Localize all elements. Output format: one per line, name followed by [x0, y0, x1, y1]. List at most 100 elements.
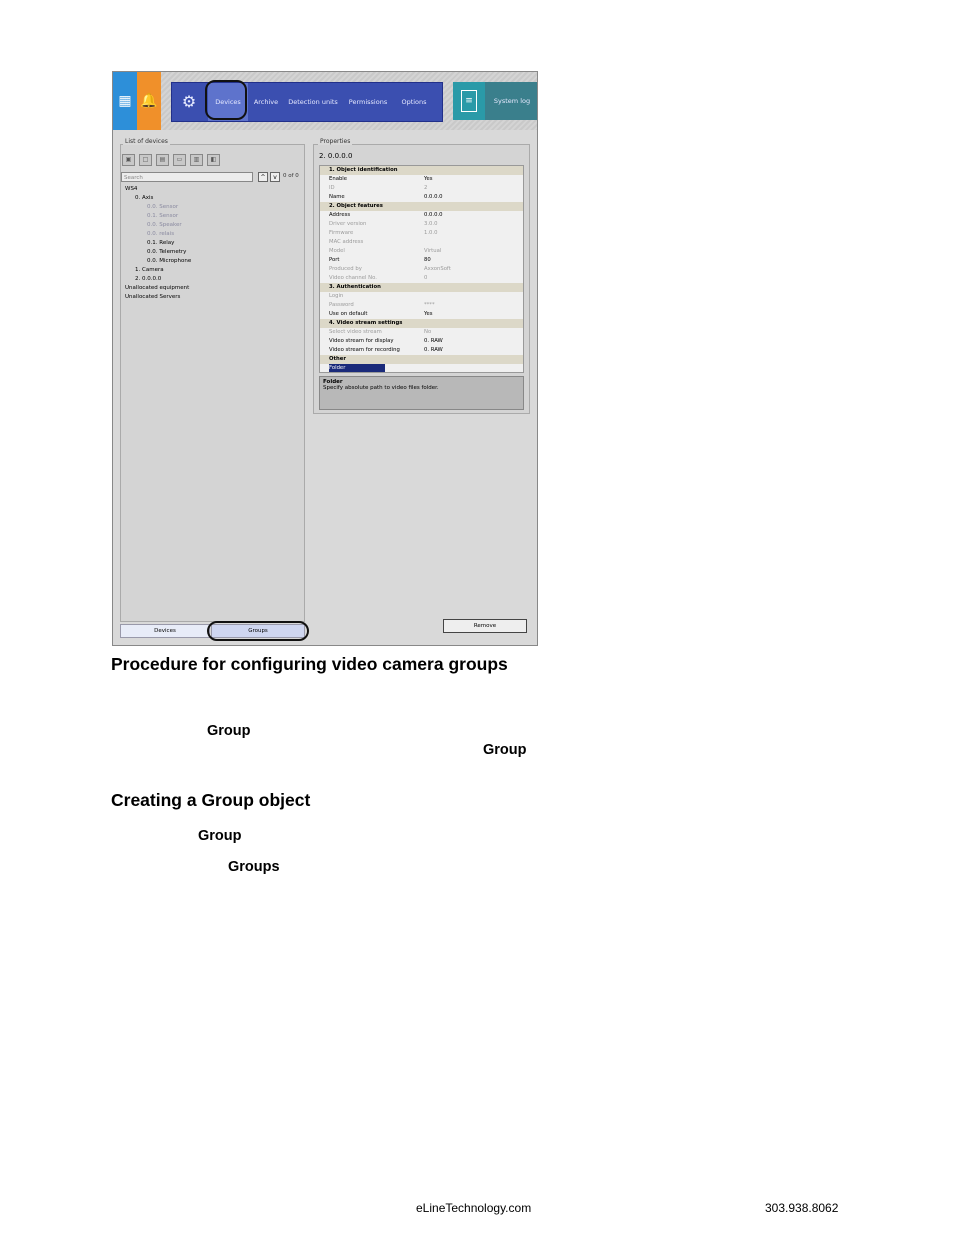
tab-permissions[interactable]: Permissions — [344, 83, 392, 121]
property-key: Name — [329, 194, 345, 200]
property-row[interactable]: Model Virtual — [320, 247, 523, 256]
term-group: Group — [198, 828, 242, 844]
property-value: AxxonSoft — [424, 266, 451, 272]
tree-node[interactable]: 0.0. Speaker — [147, 222, 182, 228]
property-key: Firmware — [329, 230, 354, 236]
tab-system-log[interactable]: System log — [485, 82, 537, 120]
device-icon[interactable]: ▭ — [173, 154, 186, 166]
software-screenshot: ▦ 🔔 ⚙ Devices Archive Detection units Pe… — [112, 71, 538, 646]
property-category[interactable]: 2. Object features — [320, 202, 523, 211]
property-category[interactable]: 1. Object identification — [320, 166, 523, 175]
property-key: Video stream for display — [329, 338, 394, 344]
remove-button[interactable]: Remove — [443, 619, 527, 633]
property-grid: 1. Object identification Enable Yes ID 2 Name… — [319, 165, 524, 373]
property-value: 3.0.0 — [424, 221, 438, 227]
property-key: ID — [329, 185, 335, 191]
property-value: 0 — [424, 275, 428, 281]
tree-node[interactable]: 0. Axis — [135, 195, 153, 201]
tree-node[interactable]: 1. Camera — [135, 267, 164, 273]
search-input[interactable]: Search — [121, 172, 253, 182]
system-log-nav: ≡ System log — [453, 82, 537, 120]
devices-panel-title: List of devices — [123, 138, 170, 145]
tree-node[interactable]: 0.0. relais — [147, 231, 174, 237]
property-category[interactable]: 3. Authentication — [320, 283, 523, 292]
description-text: Specify absolute path to video files fol… — [323, 385, 439, 391]
alarm-bell-icon[interactable]: 🔔 — [137, 72, 161, 130]
highlight-circle — [205, 80, 247, 120]
property-row[interactable]: ID 2 — [320, 184, 523, 193]
chevron-down-icon[interactable]: v — [270, 172, 280, 182]
property-key: 3. Authentication — [329, 284, 381, 290]
term-groups: Groups — [228, 859, 280, 875]
property-value: Yes — [424, 311, 433, 317]
property-value: 0. RAW — [424, 347, 443, 353]
property-key: 2. Object features — [329, 203, 383, 209]
device-icon[interactable]: □ — [139, 154, 152, 166]
property-key: Folder — [329, 364, 386, 372]
property-row[interactable]: Driver version 3.0.0 — [320, 220, 523, 229]
footer-phone: 303.938.8062 — [765, 1201, 839, 1215]
property-value: Yes — [424, 176, 433, 182]
property-key: Use on default — [329, 311, 368, 317]
property-category[interactable]: 4. Video stream settings — [320, 319, 523, 328]
property-row[interactable]: Select video stream No — [320, 328, 523, 337]
property-value: 2 — [424, 185, 428, 191]
property-row[interactable]: Name 0.0.0.0 — [320, 193, 523, 202]
tree-node[interactable]: 0.0. Telemetry — [147, 249, 186, 255]
property-row[interactable]: Video stream for display 0. RAW — [320, 337, 523, 346]
property-value: **** — [424, 302, 435, 308]
tab-options[interactable]: Options — [394, 83, 434, 121]
property-row[interactable]: Login — [320, 292, 523, 301]
property-key: 1. Object identification — [329, 167, 398, 173]
property-key: Model — [329, 248, 345, 254]
tree-node[interactable]: 0.1. Relay — [147, 240, 174, 246]
tree-node[interactable]: Unallocated equipment — [125, 285, 189, 291]
property-row[interactable]: Password **** — [320, 301, 523, 310]
add-device-icon[interactable]: ▣ — [122, 154, 135, 166]
property-row[interactable]: Address 0.0.0.0 — [320, 211, 523, 220]
tab-detection-units[interactable]: Detection units — [284, 83, 342, 121]
property-key: Enable — [329, 176, 348, 182]
properties-panel-title: Properties — [318, 138, 353, 145]
tree-node[interactable]: Unallocated Servers — [125, 294, 180, 300]
device-icon[interactable]: ▥ — [190, 154, 203, 166]
tree-node[interactable]: 0.0. Microphone — [147, 258, 191, 264]
property-key: Other — [329, 356, 347, 362]
property-value: No — [424, 329, 432, 335]
property-key: Address — [329, 212, 351, 218]
property-row[interactable]: Video channel No. 0 — [320, 274, 523, 283]
property-row[interactable]: Use on default Yes — [320, 310, 523, 319]
chevron-up-icon[interactable]: ^ — [258, 172, 268, 182]
log-icon: ≡ — [461, 90, 477, 112]
property-key: Login — [329, 293, 344, 299]
property-value: 0.0.0.0 — [424, 194, 443, 200]
tab-archive[interactable]: Archive — [250, 83, 282, 121]
windows-icon[interactable]: ▦ — [113, 72, 137, 130]
property-key: MAC address — [329, 239, 364, 245]
tree-node[interactable]: WS4 — [125, 186, 137, 192]
property-key: Select video stream — [329, 329, 382, 335]
term-group: Group — [207, 723, 251, 739]
tree-node[interactable]: 0.1. Sensor — [147, 213, 178, 219]
device-icon[interactable]: ▤ — [156, 154, 169, 166]
device-icon[interactable]: ◧ — [207, 154, 220, 166]
property-row[interactable]: Video stream for recording 0. RAW — [320, 346, 523, 355]
heading-creating-group: Creating a Group object — [111, 790, 311, 810]
tree-node[interactable]: 2. 0.0.0.0 — [135, 276, 161, 282]
property-key: Produced by — [329, 266, 362, 272]
highlight-circle — [207, 621, 309, 641]
term-group: Group — [483, 742, 527, 758]
search-count: 0 of 0 — [283, 173, 299, 179]
property-category[interactable]: Other — [320, 355, 523, 364]
property-row[interactable]: Port 80 — [320, 256, 523, 265]
property-row[interactable]: Enable Yes — [320, 175, 523, 184]
property-row[interactable]: Folder — [320, 364, 523, 372]
property-key: 4. Video stream settings — [329, 320, 403, 326]
bottom-tab-devices[interactable]: Devices — [120, 624, 210, 638]
property-key: Port — [329, 257, 340, 263]
tree-node[interactable]: 0.0. Sensor — [147, 204, 178, 210]
property-row[interactable]: Firmware 1.0.0 — [320, 229, 523, 238]
property-value: Virtual — [424, 248, 442, 254]
property-row[interactable]: MAC address — [320, 238, 523, 247]
property-row[interactable]: Produced by AxxonSoft — [320, 265, 523, 274]
